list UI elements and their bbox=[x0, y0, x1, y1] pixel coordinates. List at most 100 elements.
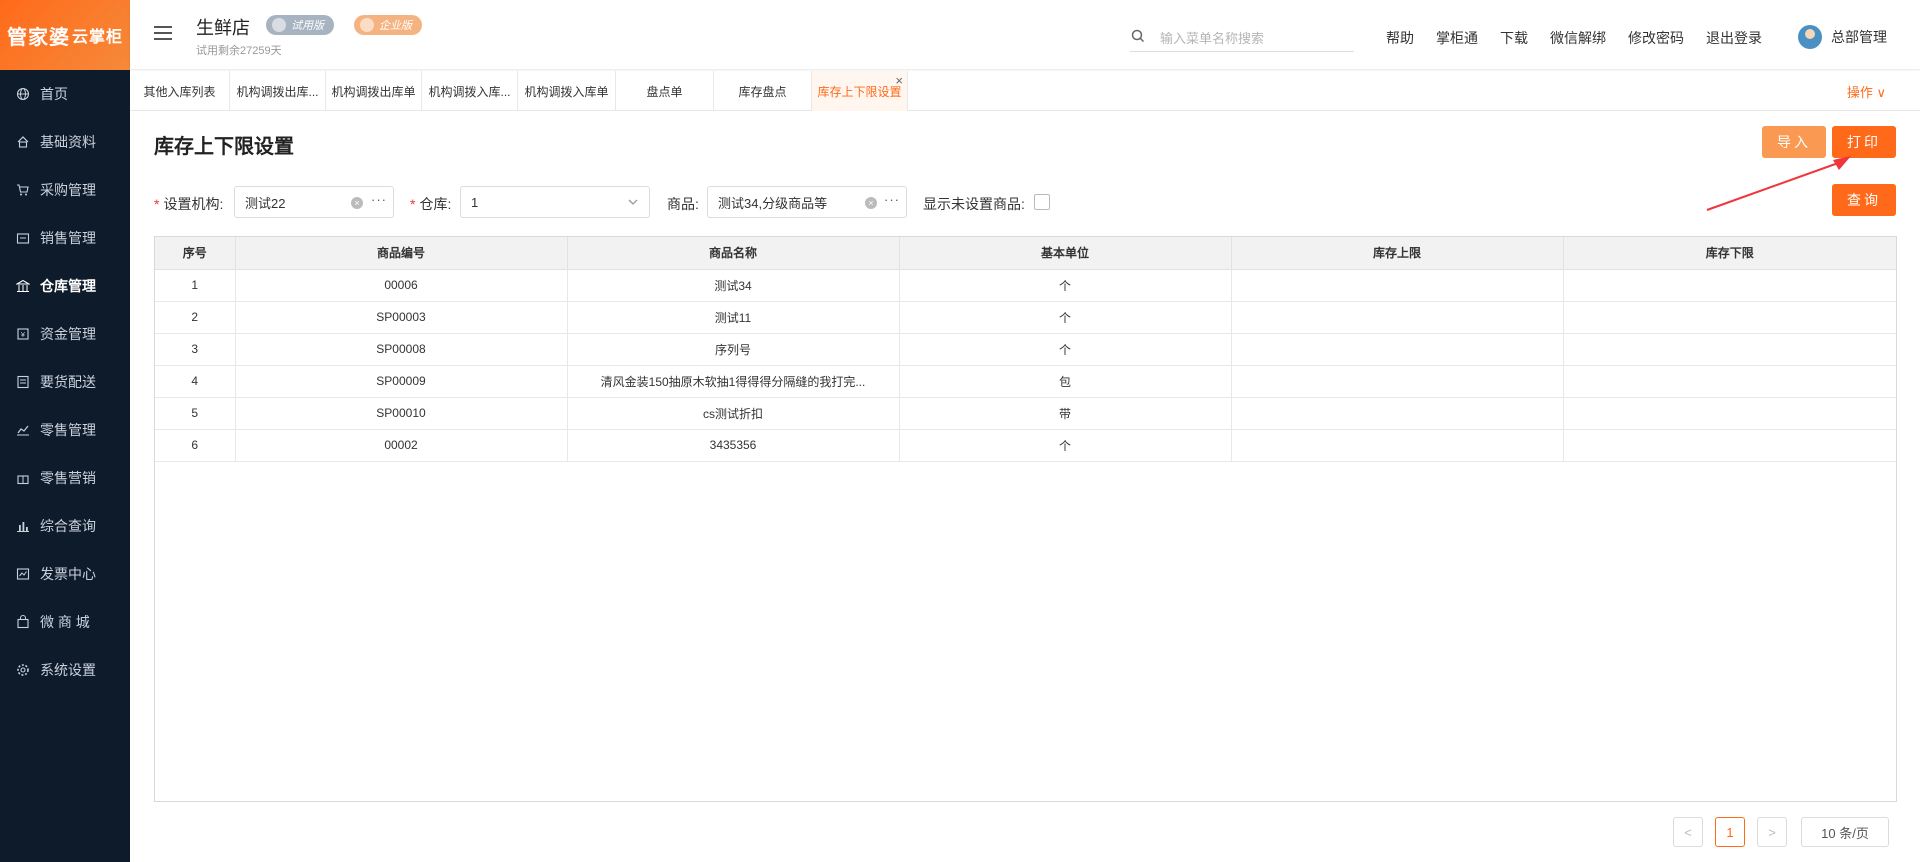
header-link[interactable]: 修改密码 bbox=[1628, 28, 1684, 48]
column-header[interactable]: 商品编号 bbox=[235, 237, 568, 270]
table-cell: 个 bbox=[899, 333, 1232, 366]
clear-icon[interactable]: × bbox=[351, 197, 363, 209]
sidebar-item-label: 要货配送 bbox=[40, 374, 96, 390]
table-cell: 个 bbox=[899, 429, 1232, 462]
more-icon[interactable]: ··· bbox=[371, 192, 387, 207]
table-cell: 个 bbox=[899, 301, 1232, 334]
sidebar-item[interactable]: 发票中心 bbox=[0, 550, 130, 598]
header-links: 帮助 掌柜通 下载 微信解绑 修改密码 退出登录 bbox=[1386, 28, 1784, 48]
sidebar-item[interactable]: 综合查询 bbox=[0, 502, 130, 550]
menu-search-input[interactable] bbox=[1160, 26, 1350, 50]
menu-search bbox=[1130, 24, 1354, 52]
show-unset-checkbox[interactable] bbox=[1034, 194, 1050, 210]
table-cell[interactable] bbox=[1563, 365, 1896, 398]
sidebar-item-label: 综合查询 bbox=[40, 518, 96, 534]
warehouse-icon bbox=[16, 279, 30, 293]
table-cell: 2 bbox=[155, 301, 236, 334]
table-cell: 3435356 bbox=[567, 429, 900, 462]
table-row[interactable]: 2 SP00003 测试11 个 bbox=[155, 301, 1896, 334]
clear-icon[interactable]: × bbox=[865, 197, 877, 209]
table-cell: SP00010 bbox=[235, 397, 568, 430]
home-icon bbox=[16, 135, 30, 149]
table-cell[interactable] bbox=[1563, 397, 1896, 430]
table-row[interactable]: 5 SP00010 cs测试折扣带 bbox=[155, 397, 1896, 430]
sidebar-item-label: 资金管理 bbox=[40, 326, 96, 342]
tab[interactable]: 其他入库列表 bbox=[130, 71, 230, 111]
column-header[interactable]: 库存下限 bbox=[1563, 237, 1896, 270]
table-cell[interactable] bbox=[1231, 301, 1564, 334]
tab[interactable]: 机构调拨出库... bbox=[230, 71, 326, 111]
page-1-button[interactable]: 1 bbox=[1715, 817, 1745, 847]
table-row[interactable]: 1 00006 测试34 个 bbox=[155, 269, 1896, 302]
column-header[interactable]: 基本单位 bbox=[899, 237, 1232, 270]
org-select[interactable]: 测试22 × ··· bbox=[234, 186, 394, 218]
table-cell[interactable] bbox=[1231, 269, 1564, 302]
product-select[interactable]: 测试34,分级商品等 × ··· bbox=[707, 186, 907, 218]
header-link[interactable]: 退出登录 bbox=[1706, 28, 1762, 48]
tab-label: 机构调拨入库单 bbox=[524, 84, 609, 99]
prev-page-button[interactable]: < bbox=[1673, 817, 1703, 847]
sidebar-item[interactable]: ¥ 资金管理 bbox=[0, 310, 130, 358]
table-cell: 6 bbox=[155, 429, 236, 462]
logo: 管家婆 云掌柜 bbox=[0, 0, 130, 70]
warehouse-select[interactable]: 1 bbox=[460, 186, 650, 218]
table-cell[interactable] bbox=[1563, 333, 1896, 366]
user-name: 总部管理 bbox=[1831, 29, 1887, 45]
sidebar-item[interactable]: 零售管理 bbox=[0, 406, 130, 454]
tab[interactable]: 机构调拨出库单 bbox=[326, 71, 422, 111]
tab[interactable]: 库存上下限设置 × bbox=[812, 71, 908, 111]
table-cell[interactable] bbox=[1231, 365, 1564, 398]
sidebar-item[interactable]: 微 商 城 bbox=[0, 598, 130, 646]
page-size-select[interactable]: 10 条/页 bbox=[1801, 817, 1889, 847]
column-header[interactable]: 库存上限 bbox=[1231, 237, 1564, 270]
table-cell[interactable] bbox=[1231, 429, 1564, 462]
sidebar-item[interactable]: 基础资料 bbox=[0, 118, 130, 166]
table-cell[interactable] bbox=[1563, 301, 1896, 334]
table-cell[interactable] bbox=[1563, 429, 1896, 462]
more-icon[interactable]: ··· bbox=[884, 192, 900, 207]
sidebar-item-label: 系统设置 bbox=[40, 662, 96, 678]
table-cell[interactable] bbox=[1563, 269, 1896, 302]
table-cell: SP00008 bbox=[235, 333, 568, 366]
operations-dropdown[interactable]: 操作 ∨ bbox=[1847, 82, 1886, 101]
monitor-icon bbox=[272, 18, 286, 32]
user-menu[interactable]: 总部管理 bbox=[1798, 25, 1887, 49]
header-link[interactable]: 帮助 bbox=[1386, 28, 1414, 48]
logo-sub: 云掌柜 bbox=[71, 29, 123, 46]
next-page-button[interactable]: > bbox=[1757, 817, 1787, 847]
sidebar-item[interactable]: 采购管理 bbox=[0, 166, 130, 214]
sidebar-item[interactable]: 首页 bbox=[0, 70, 130, 118]
close-icon[interactable]: × bbox=[895, 73, 903, 88]
limits-table: 序号 商品编号 商品名称 基本单位 库存上限 库存下限 1 00006 测试34 个 2 SP000… bbox=[154, 236, 1897, 802]
tab[interactable]: 盘点单 bbox=[616, 71, 714, 111]
sidebar-item-label: 零售管理 bbox=[40, 422, 96, 438]
menu-toggle-icon[interactable] bbox=[154, 26, 172, 42]
sidebar-item-label: 基础资料 bbox=[40, 134, 96, 150]
sidebar-item[interactable]: 仓库管理 bbox=[0, 262, 130, 310]
table-header: 序号 商品编号 商品名称 基本单位 库存上限 库存下限 bbox=[155, 237, 1896, 270]
page-title: 库存上下限设置 bbox=[154, 136, 294, 158]
tab-label: 盘点单 bbox=[646, 84, 683, 99]
table-cell: 00002 bbox=[235, 429, 568, 462]
sidebar-item[interactable]: 系统设置 bbox=[0, 646, 130, 694]
table-row[interactable]: 4 SP00009 清风金装150抽原木软抽1得得得分隔缝的我打完... 包 bbox=[155, 365, 1896, 398]
column-header[interactable]: 商品名称 bbox=[567, 237, 900, 270]
header-link[interactable]: 掌柜通 bbox=[1436, 28, 1478, 48]
header-link[interactable]: 下载 bbox=[1500, 28, 1528, 48]
header-link[interactable]: 微信解绑 bbox=[1550, 28, 1606, 48]
main-content: 库存上下限设置 导入 打印 * 设置机构: 测试22 × ··· * 仓库: 1 商… bbox=[130, 112, 1920, 862]
logo-main: 管家婆 bbox=[6, 26, 70, 49]
table-cell[interactable] bbox=[1231, 333, 1564, 366]
table-row[interactable]: 6 00002 3435356 个 bbox=[155, 429, 1896, 462]
sidebar-item[interactable]: 零售营销 bbox=[0, 454, 130, 502]
sidebar-item[interactable]: 要货配送 bbox=[0, 358, 130, 406]
table-cell: cs测试折扣 bbox=[567, 397, 900, 430]
warehouse-value: 1 bbox=[471, 194, 479, 210]
column-header[interactable]: 序号 bbox=[155, 237, 236, 270]
tab[interactable]: 库存盘点 bbox=[714, 71, 812, 111]
table-cell[interactable] bbox=[1231, 397, 1564, 430]
tab[interactable]: 机构调拨入库... bbox=[422, 71, 518, 111]
tab[interactable]: 机构调拨入库单 bbox=[518, 71, 616, 111]
sidebar-item[interactable]: 销售管理 bbox=[0, 214, 130, 262]
table-row[interactable]: 3 SP00008 序列号个 bbox=[155, 333, 1896, 366]
